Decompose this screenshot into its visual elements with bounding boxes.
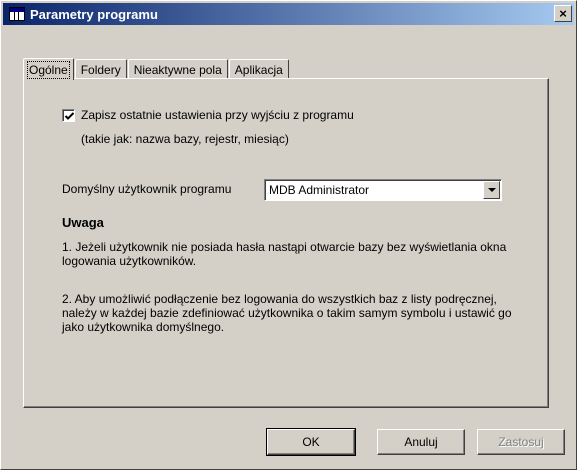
dialog-window: Parametry programu × Ogólne Foldery Niea… [0, 0, 577, 470]
tab-label: Ogólne [27, 60, 70, 79]
cancel-button[interactable]: Anuluj [377, 429, 465, 455]
checkmark-icon [64, 112, 75, 120]
warning-note-2: 2. Aby umożliwić podłączenie bez logowan… [62, 292, 512, 334]
ok-button[interactable]: OK [266, 428, 356, 456]
form-icon [9, 7, 25, 21]
warning-note-1: 1. Jeżeli użytkownik nie posiada hasła n… [62, 240, 507, 268]
save-settings-note: (takie jak: nazwa bazy, rejestr, miesiąc… [81, 132, 289, 146]
tab-strip: Ogólne Foldery Nieaktywne pola Aplikacja [23, 57, 290, 80]
title-bar[interactable]: Parametry programu × [3, 3, 574, 25]
tab-inactive-fields[interactable]: Nieaktywne pola [127, 59, 228, 79]
default-user-select[interactable]: MDB Administrator [264, 179, 502, 201]
default-user-value: MDB Administrator [269, 183, 370, 197]
tab-label: Aplikacja [234, 62, 283, 77]
dropdown-arrow-icon[interactable] [483, 181, 500, 199]
tab-general[interactable]: Ogólne [23, 58, 74, 80]
default-user-label: Domyślny użytkownik programu [62, 182, 232, 196]
tab-folders[interactable]: Foldery [74, 59, 127, 79]
tab-application[interactable]: Aplikacja [228, 59, 289, 79]
window-title: Parametry programu [30, 6, 158, 22]
tab-label: Foldery [80, 62, 121, 77]
close-button[interactable]: × [554, 5, 572, 22]
apply-button[interactable]: Zastosuj [477, 429, 565, 455]
warning-heading: Uwaga [62, 215, 104, 230]
save-settings-label[interactable]: Zapisz ostatnie ustawienia przy wyjściu … [81, 108, 354, 122]
tab-label: Nieaktywne pola [133, 62, 222, 77]
save-settings-checkbox[interactable] [62, 109, 75, 122]
